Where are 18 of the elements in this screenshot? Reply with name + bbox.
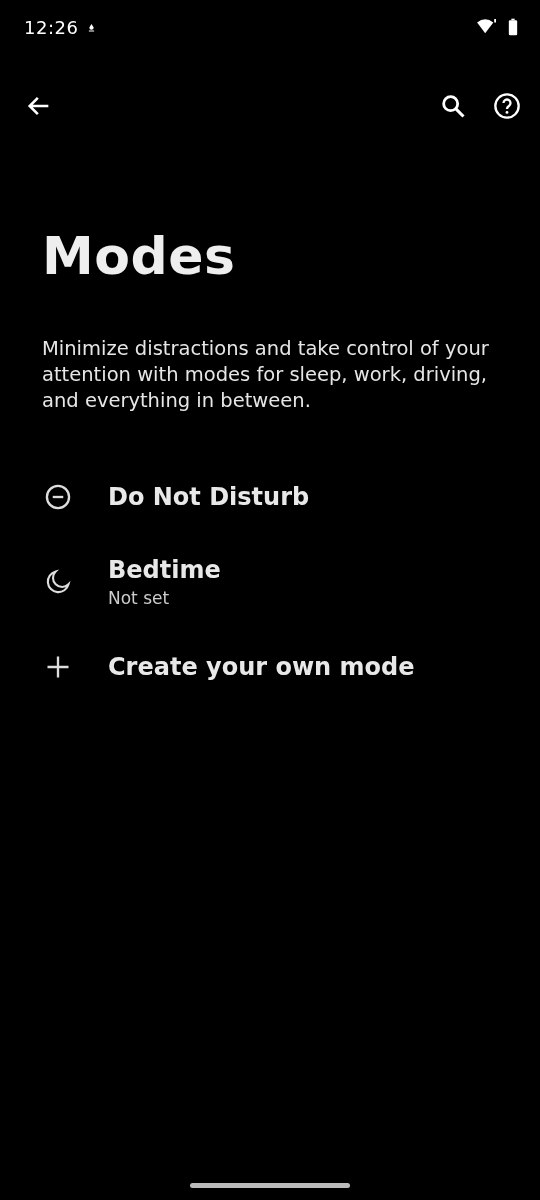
mode-title: Do Not Disturb — [108, 483, 310, 511]
status-time: 12:26 — [24, 16, 79, 38]
mode-item[interactable]: Create your own mode — [0, 628, 540, 706]
mode-summary: Not set — [108, 588, 171, 608]
page-description: Minimize distractions and take control of your attention with modes for sleep, work, driving, and everything in between. — [42, 336, 490, 414]
battery-icon — [508, 18, 518, 36]
page-title: Modes — [42, 225, 237, 288]
mode-title: Bedtime — [108, 556, 221, 584]
mode-title: Create your own mode — [108, 653, 415, 681]
minus-circle-icon — [44, 483, 72, 511]
mode-item[interactable]: Bedtime Not set — [0, 542, 540, 622]
mode-item[interactable]: Do Not Disturb — [0, 458, 540, 536]
navigation-handle[interactable] — [190, 1183, 350, 1188]
help-icon — [493, 92, 521, 120]
wifi-icon — [476, 18, 498, 36]
moon-icon — [44, 568, 72, 596]
notification-icon — [88, 22, 96, 32]
search-icon — [439, 92, 467, 120]
